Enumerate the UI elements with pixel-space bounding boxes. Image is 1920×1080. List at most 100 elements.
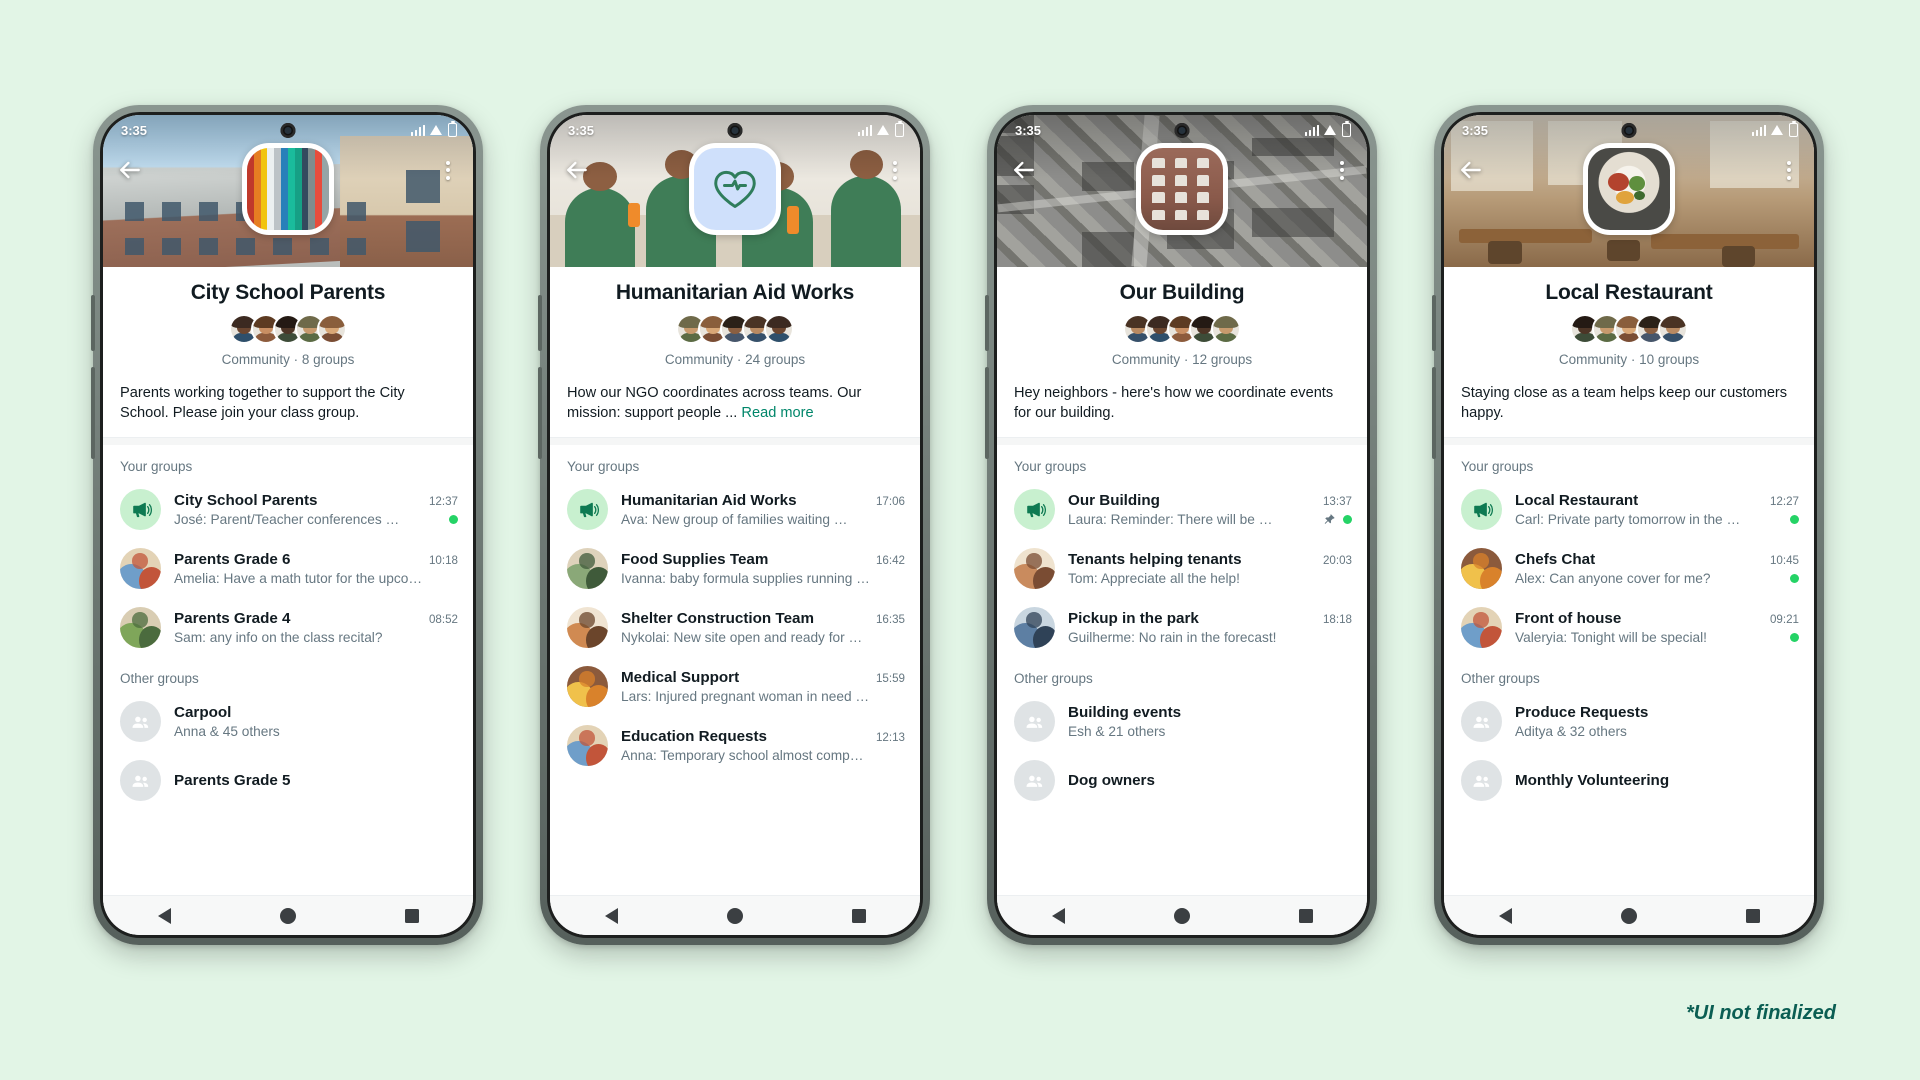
group-row-content: Parents Grade 6 10:18 Amelia: Have a math … [174, 551, 458, 586]
group-avatar [567, 666, 608, 708]
nav-back-button[interactable] [604, 907, 618, 924]
group-row[interactable]: Humanitarian Aid Works 17:06 Ava: New grou… [550, 480, 920, 539]
other-group-name: Building events [1068, 704, 1182, 722]
status-time: 3:35 [1462, 122, 1489, 138]
group-name: Shelter Construction Team [621, 610, 814, 628]
group-name: Parents Grade 6 [174, 551, 291, 569]
community-description-text: Hey neighbors - here's how we coordinate… [1014, 385, 1334, 422]
other-group-row[interactable]: Building events Esh & 21 others [997, 692, 1367, 751]
nav-home-button[interactable] [1173, 907, 1190, 924]
group-row[interactable]: Front of house 09:21 Valeryia: Tonight wil… [1444, 598, 1814, 657]
overflow-menu-icon[interactable] [1778, 157, 1800, 183]
group-row[interactable]: Tenants helping tenants 20:03 Tom: Appreci… [997, 539, 1367, 598]
back-arrow-icon[interactable] [117, 157, 143, 183]
member-facepile[interactable] [550, 314, 920, 344]
other-group-name: Produce Requests [1515, 704, 1649, 722]
group-row[interactable]: Parents Grade 4 08:52 Sam: any info on the… [103, 598, 473, 657]
overflow-menu-icon[interactable] [1331, 157, 1353, 183]
community-avatar[interactable] [242, 143, 334, 235]
other-group-members: Anna & 45 others [174, 724, 280, 740]
community-title: Our Building [1119, 281, 1245, 304]
group-row-content: Education Requests 12:13 Anna: Temporary s… [621, 728, 905, 763]
overflow-menu-icon[interactable] [437, 157, 459, 183]
other-group-row[interactable]: Monthly Volunteering [1444, 751, 1814, 810]
read-more-link[interactable]: Read more [741, 405, 813, 421]
member-facepile[interactable] [997, 314, 1367, 344]
section-label-your-groups: Your groups [120, 459, 193, 475]
group-row[interactable]: Our Building 13:37 Laura: Reminder: There … [997, 480, 1367, 539]
group-row[interactable]: Local Restaurant 12:27 Carl: Private party… [1444, 480, 1814, 539]
group-row-content: City School Parents 12:37 José: Parent/Tea… [174, 492, 458, 527]
nav-recents-button[interactable] [1745, 908, 1760, 923]
back-arrow-icon[interactable] [1011, 157, 1037, 183]
other-group-members: Esh & 21 others [1068, 724, 1166, 740]
groups-list[interactable]: Your groups Humanitarian Aid Works 17:06 Av… [550, 445, 920, 895]
unread-dot [1790, 515, 1799, 525]
overflow-menu-icon[interactable] [884, 157, 906, 183]
community-description-text: Parents working together to support the … [120, 385, 405, 422]
community-cover: 3:35 [103, 115, 473, 267]
group-name: Education Requests [621, 728, 767, 746]
group-name: Front of house [1515, 610, 1622, 628]
group-avatar [120, 607, 161, 649]
community-description: Hey neighbors - here's how we coordinate… [997, 383, 1367, 437]
phone-city-school-parents: 3:35 City School Parents Community · 8 gro… [91, 105, 483, 945]
other-group-row[interactable]: Carpool Anna & 45 others [103, 692, 473, 751]
group-row[interactable]: Medical Support 15:59 Lars: Injured pregna… [550, 657, 920, 716]
other-group-row[interactable]: Parents Grade 5 [103, 751, 473, 810]
camera-punch-hole [1621, 123, 1637, 138]
group-last-message: Carl: Private party tomorrow in the … [1515, 512, 1741, 528]
member-facepile[interactable] [1444, 314, 1814, 344]
groups-list[interactable]: Your groups Local Restaurant 12:27 Carl: Pr… [1444, 445, 1814, 895]
group-name: Pickup in the park [1068, 610, 1199, 628]
nav-back-button[interactable] [1498, 907, 1512, 924]
phone-screen: 3:35 Our Building Community · 12 groups Hey… [997, 115, 1367, 935]
nav-recents-button[interactable] [1298, 908, 1313, 923]
other-group-row[interactable]: Produce Requests Aditya & 32 others [1444, 692, 1814, 751]
community-avatar[interactable] [689, 143, 781, 235]
groups-list[interactable]: Your groups City School Parents 12:37 José:… [103, 445, 473, 895]
nav-recents-button[interactable] [851, 908, 866, 923]
section-label-your-groups: Your groups [1014, 459, 1087, 475]
phone-bezel: 3:35 City School Parents Community · 8 gro… [100, 112, 476, 938]
back-arrow-icon[interactable] [564, 157, 590, 183]
community-avatar[interactable] [1136, 143, 1228, 235]
announcement-avatar [120, 489, 161, 531]
group-row[interactable]: Parents Grade 6 10:18 Amelia: Have a math … [103, 539, 473, 598]
group-row[interactable]: Chefs Chat 10:45 Alex: Can anyone cover fo… [1444, 539, 1814, 598]
community-description: Parents working together to support the … [103, 383, 473, 437]
nav-home-button[interactable] [726, 907, 743, 924]
status-time: 3:35 [121, 122, 148, 138]
nav-home-button[interactable] [1620, 907, 1637, 924]
group-row[interactable]: Shelter Construction Team 16:35 Nykolai: N… [550, 598, 920, 657]
community-description-text: How our NGO coordinates across teams. Ou… [567, 385, 862, 422]
group-row-content: Our Building 13:37 Laura: Reminder: There … [1068, 492, 1352, 527]
group-row[interactable]: Education Requests 12:13 Anna: Temporary s… [550, 716, 920, 775]
group-row[interactable]: Pickup in the park 18:18 Guilherme: No rai… [997, 598, 1367, 657]
nav-back-button[interactable] [157, 907, 171, 924]
community-avatar[interactable] [1583, 143, 1675, 235]
section-divider [550, 437, 920, 446]
group-last-message: Ava: New group of families waiting … [621, 512, 848, 528]
battery-icon [1789, 123, 1798, 137]
back-arrow-icon[interactable] [1458, 157, 1484, 183]
nav-recents-button[interactable] [404, 908, 419, 923]
phone-screen: 3:35 Local Restaurant Community · 10 group… [1444, 115, 1814, 935]
group-row[interactable]: Food Supplies Team 16:42 Ivanna: baby form… [550, 539, 920, 598]
other-group-name: Dog owners [1068, 772, 1155, 790]
group-name: Local Restaurant [1515, 492, 1639, 510]
section-label-your-groups: Your groups [1461, 459, 1534, 475]
other-group-row[interactable]: Dog owners [997, 751, 1367, 810]
android-nav-bar [103, 895, 473, 935]
member-facepile[interactable] [103, 314, 473, 344]
announcement-avatar [1461, 489, 1502, 531]
group-name: Chefs Chat [1515, 551, 1596, 569]
nav-back-button[interactable] [1051, 907, 1065, 924]
group-row[interactable]: City School Parents 12:37 José: Parent/Tea… [103, 480, 473, 539]
status-time: 3:35 [568, 122, 595, 138]
groups-list[interactable]: Your groups Our Building 13:37 Laura: Remin… [997, 445, 1367, 895]
member-avatar [317, 314, 347, 344]
group-row-content: Tenants helping tenants 20:03 Tom: Appreci… [1068, 551, 1352, 586]
nav-home-button[interactable] [279, 907, 296, 924]
status-time: 3:35 [1015, 122, 1042, 138]
